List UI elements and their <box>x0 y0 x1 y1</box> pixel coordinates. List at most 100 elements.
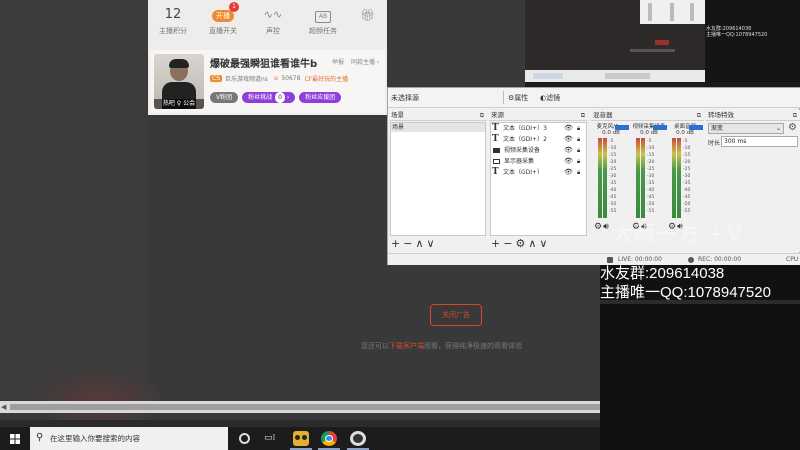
eye-icon[interactable]: 👁︎ <box>564 123 573 134</box>
report-link[interactable]: 举报 <box>332 57 344 66</box>
lock-icon[interactable]: 🔒︎ <box>577 123 580 134</box>
level-meter <box>641 138 645 218</box>
speaker-icon[interactable]: 🔊︎ <box>603 222 610 232</box>
dock-pin-icon[interactable]: ⧉ <box>480 110 484 121</box>
volume-fader[interactable] <box>689 125 703 130</box>
channel-db: 0.0 dB <box>602 130 620 136</box>
left-backdrop <box>0 0 148 400</box>
owl-app-icon[interactable] <box>293 431 309 446</box>
close-ad-button[interactable]: 关闭广告 <box>430 304 482 326</box>
stream-title: 爆破最强瞬狙谁看谁牛b <box>210 59 318 70</box>
lock-icon[interactable]: 🔒︎ <box>577 134 580 145</box>
similar-anchors-link[interactable]: 同款主播 › <box>351 57 379 66</box>
scenes-panel: 场景 ⧉ 场景 +−∧∨ <box>389 110 487 252</box>
scrollbar-thumb[interactable] <box>10 404 600 410</box>
transition-select[interactable]: 渐变 ⌄ <box>708 123 784 134</box>
taskbar-search-input[interactable]: ⚲ 在这里输入你要搜索的内容 <box>30 427 228 450</box>
avatar-tag: 热吧 ♀ 公会 <box>154 99 204 109</box>
list-item[interactable]: T 文本（GDI+） 👁︎ 🔒︎ <box>491 167 586 178</box>
level-badge: CS <box>210 75 222 82</box>
streamer-tag: CF最好玩的主播 <box>304 76 349 83</box>
properties-label: 属性 <box>514 94 529 102</box>
download-client-link[interactable]: 下载客户端 <box>389 342 424 350</box>
move-down-button[interactable]: ∨ <box>427 237 438 250</box>
move-down-button[interactable]: ∨ <box>539 237 550 250</box>
monitor-source-icon <box>493 159 500 164</box>
streamer-card: 12 主播积分 开播 1 直播开关 ∿∿ 声控 AB 超频任务 🎁︎ 热吧 ♀ … <box>148 0 387 115</box>
eye-icon[interactable]: 👁︎ <box>564 156 573 167</box>
nav-anchor-points[interactable]: 12 主播积分 <box>148 0 198 44</box>
volume-fader[interactable] <box>615 125 629 130</box>
chevron-down-icon: ⌄ <box>775 125 781 132</box>
channel-name[interactable]: 巨乐游戏频道ns <box>225 74 268 83</box>
live-switch-label: 直播开关 <box>209 27 237 35</box>
notification-badge: 1 <box>229 2 239 12</box>
dock-pin-icon[interactable]: ⧉ <box>697 110 701 121</box>
nav-voice-control[interactable]: ∿∿ 声控 <box>248 0 298 44</box>
chrome-icon[interactable] <box>321 431 337 446</box>
vip-fans-button[interactable]: V粉团 <box>210 92 239 103</box>
scenes-list: 场景 <box>390 122 486 236</box>
tip-before: 您还可以 <box>361 342 389 350</box>
horizontal-scrollbar[interactable]: ◀ <box>0 401 600 413</box>
list-item[interactable]: T 文本（GDI+）3 👁︎ 🔒︎ <box>491 123 586 134</box>
sources-list: T 文本（GDI+）3 👁︎ 🔒︎ T 文本（GDI+）2 👁︎ 🔒︎ 视频采集设备 👁︎ 🔒︎… <box>490 122 587 236</box>
remove-scene-button[interactable]: − <box>403 237 415 250</box>
task-view-icon[interactable]: ▭⁞ <box>264 431 280 446</box>
task-box-icon: AB <box>315 11 331 23</box>
scroll-left-icon[interactable]: ◀ <box>1 403 6 411</box>
search-placeholder: 在这里输入你要搜索的内容 <box>50 434 140 443</box>
cortana-icon[interactable] <box>237 431 253 446</box>
preview-cam-line2: 主播唯一QQ:1078947520 <box>706 32 768 38</box>
eye-icon[interactable]: 👁︎ <box>564 145 573 156</box>
scenes-title: 场景 <box>391 111 404 119</box>
text-source-icon: T <box>492 167 499 177</box>
text-source-icon: T <box>492 134 499 144</box>
source-label: 显示器采集 <box>504 158 535 165</box>
nav-live-switch[interactable]: 开播 1 直播开关 <box>198 0 248 44</box>
source-label: 文本（GDI+）3 <box>503 125 547 132</box>
dock-pin-icon[interactable]: ⧉ <box>581 110 585 121</box>
level-meter <box>677 138 681 218</box>
obs-preview: 水友群:209614038 主播唯一QQ:1078947520 <box>525 0 800 90</box>
start-button[interactable] <box>0 427 30 450</box>
preview-camera <box>705 0 800 82</box>
avatar[interactable]: 热吧 ♀ 公会 <box>154 54 204 109</box>
fan-support-button[interactable]: 粉丝应援团 <box>299 92 342 103</box>
streamer-meta: CS 巨乐游戏频道ns 🔥︎ 50678 CF最好玩的主播 <box>210 74 348 83</box>
filters-button[interactable]: ◐滤镜 <box>540 93 560 103</box>
gear-icon[interactable]: ⚙ <box>788 122 797 133</box>
move-up-button[interactable]: ∧ <box>415 237 426 250</box>
windows-icon <box>10 434 20 444</box>
search-icon: ⚲ <box>36 432 44 443</box>
gear-icon[interactable]: ⚙ <box>594 222 603 232</box>
fan-challenge-button[interactable]: 粉丝挑战 0 › <box>242 92 296 103</box>
list-item[interactable]: T 文本（GDI+）2 👁︎ 🔒︎ <box>491 134 586 145</box>
source-settings-button[interactable]: ⚙ <box>515 237 528 250</box>
anchor-qq-text: 主播唯一QQ:1078947520 <box>600 284 771 301</box>
overlay-divider <box>600 300 800 304</box>
remove-source-button[interactable]: − <box>503 237 515 250</box>
properties-button[interactable]: ⚙属性 <box>508 93 528 103</box>
eye-icon[interactable]: 👁︎ <box>564 167 573 178</box>
lock-icon[interactable]: 🔒︎ <box>577 145 580 156</box>
list-item[interactable]: 视频采集设备 👁︎ 🔒︎ <box>491 145 586 156</box>
list-item[interactable]: 显示器采集 👁︎ 🔒︎ <box>491 156 586 167</box>
eye-icon[interactable]: 👁︎ <box>564 134 573 145</box>
add-scene-button[interactable]: + <box>391 237 403 250</box>
lock-icon[interactable]: 🔒︎ <box>577 156 580 167</box>
list-item[interactable]: 场景 <box>391 123 485 132</box>
lock-icon[interactable]: 🔒︎ <box>577 167 580 178</box>
text-source-icon: T <box>492 123 499 133</box>
add-source-button[interactable]: + <box>491 237 503 250</box>
volume-fader[interactable] <box>653 125 667 130</box>
dock-pin-icon[interactable]: ⧉ <box>793 110 797 121</box>
duration-input[interactable]: 300 ms <box>721 136 798 147</box>
move-up-button[interactable]: ∧ <box>528 237 539 250</box>
nav-overclock-task[interactable]: AB 超频任务 <box>298 0 348 44</box>
sources-panel: 来源 ⧉ T 文本（GDI+）3 👁︎ 🔒︎ T 文本（GDI+）2 👁︎ 🔒︎ 视频采集设备… <box>489 110 588 252</box>
obs-app-icon[interactable] <box>350 431 366 446</box>
source-label: 文本（GDI+） <box>503 169 544 176</box>
fan-challenge-label: 粉丝挑战 <box>248 94 273 101</box>
gift-icon[interactable]: 🎁︎ <box>348 0 387 44</box>
